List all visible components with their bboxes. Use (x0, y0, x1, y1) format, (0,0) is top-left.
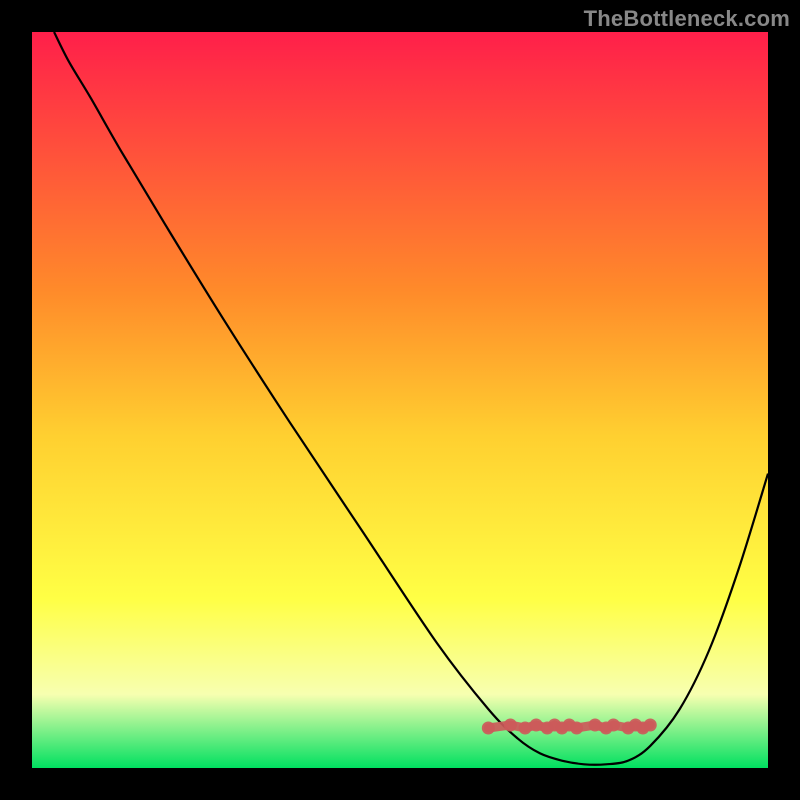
gradient-background (32, 32, 768, 768)
chart-container: TheBottleneck.com (0, 0, 800, 800)
watermark-text: TheBottleneck.com (584, 6, 790, 32)
bottleneck-chart (32, 32, 768, 768)
plot-area (32, 32, 768, 768)
